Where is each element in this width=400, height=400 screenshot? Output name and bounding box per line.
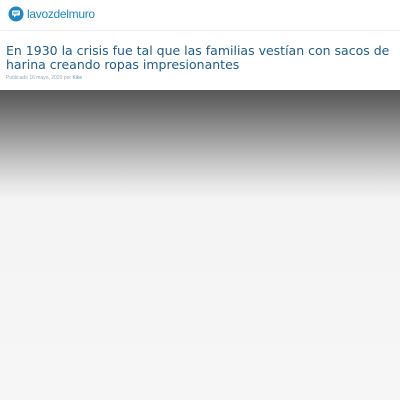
speech-bubble-icon (8, 6, 24, 22)
article-header: En 1930 la crisis fue tal que las famili… (6, 44, 394, 82)
article-meta: Publicado 16 mayo, 2020 por Kike (6, 75, 394, 81)
publish-info: Publicado 16 mayo, 2020 por (6, 75, 72, 81)
site-logo-text: lavozdelmuro (27, 7, 95, 21)
author-link[interactable]: Kike (72, 75, 82, 81)
featured-image (0, 90, 400, 400)
site-logo[interactable]: lavozdelmuro (8, 6, 95, 22)
site-header: lavozdelmuro (0, 0, 400, 31)
article-title[interactable]: En 1930 la crisis fue tal que las famili… (6, 44, 394, 72)
